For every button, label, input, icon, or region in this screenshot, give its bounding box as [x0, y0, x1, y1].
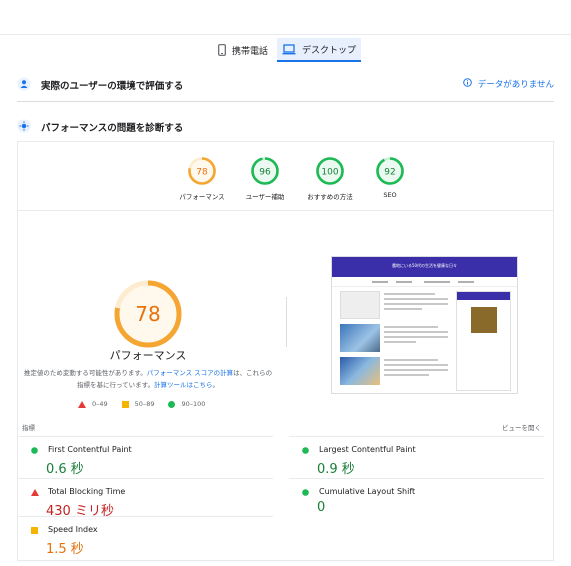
- metric-name: First Contentful Paint: [48, 445, 132, 454]
- metric-value: 0.9 秒: [317, 462, 355, 477]
- note-text: 推定値のため変動する可能性があります。: [23, 369, 147, 377]
- expand-view-link[interactable]: ビューを開く: [502, 422, 541, 432]
- metric-cls: Cumulative Layout Shift 0: [289, 478, 544, 520]
- screenshot-main-column: [340, 291, 450, 391]
- screenshot-sidebar: [456, 291, 511, 391]
- metric-lcp: Largest Contentful Paint 0.9 秒: [289, 436, 544, 478]
- circle-icon: [31, 447, 38, 457]
- metric-tbt: Total Blocking Time 430 ミリ秒: [18, 478, 273, 520]
- laptop-icon: [282, 43, 296, 55]
- field-data-section[interactable]: 実際のユーザーの環境で評価する データがありません: [17, 75, 554, 95]
- score-calculation-link[interactable]: パフォーマンス スコアの計算: [147, 369, 233, 377]
- gauge-ring: 96: [251, 157, 279, 185]
- smartphone-icon: [218, 44, 226, 56]
- screenshot-card: [340, 324, 450, 352]
- tab-desktop[interactable]: デスクトップ: [277, 38, 361, 62]
- metric-value: 1.5 秒: [46, 542, 84, 557]
- legend-range: 0–49: [92, 400, 108, 408]
- gauge-label: ユーザー補助: [245, 193, 285, 201]
- metric-speed-index: Speed Index 1.5 秒: [18, 516, 273, 558]
- no-data-label: データがありません: [477, 80, 554, 90]
- score-note: 推定値のため変動する可能性があります。パフォーマンス スコアの計算は、これらの指…: [22, 367, 274, 391]
- screenshot-card: [340, 357, 450, 385]
- metric-fcp: First Contentful Paint 0.6 秒: [18, 436, 273, 478]
- screenshot-title: 農地にいる50代の生活を健康な日々: [391, 263, 458, 268]
- circle-icon: [302, 447, 309, 457]
- calculator-link[interactable]: 計算ツールはこちら: [154, 381, 213, 389]
- profile-portrait: [471, 307, 497, 333]
- device-tabs: 携帯電話 デスクトップ: [0, 38, 571, 62]
- legend-good: 90–100: [168, 400, 205, 408]
- gauge-label: SEO: [383, 191, 397, 199]
- metric-name: Speed Index: [48, 525, 98, 534]
- performance-score-gauge: 78: [114, 280, 182, 348]
- diagnose-section[interactable]: パフォーマンスの問題を診断する: [17, 117, 554, 137]
- gauge-accessibility[interactable]: 96 ユーザー補助: [235, 156, 295, 201]
- note-text: 。: [212, 381, 220, 389]
- metric-value: 0: [317, 500, 326, 515]
- users-icon: [17, 77, 31, 94]
- gauge-ring: 78: [188, 157, 216, 185]
- section-divider: [17, 101, 554, 102]
- gauge-ring: 92: [376, 157, 404, 185]
- gauge-score: 100: [321, 168, 338, 178]
- category-gauges: 78 パフォーマンス 96 ユーザー補助 100 おすすめの方法 92 SEO: [168, 156, 408, 202]
- tab-desktop-label: デスクトップ: [301, 45, 356, 56]
- metrics-title: 指標: [22, 424, 35, 432]
- legend-average: 50–89: [121, 400, 155, 408]
- no-data-status: データがありません: [462, 78, 554, 90]
- gauge-score: 96: [259, 168, 271, 178]
- gauge-best-practices[interactable]: 100 おすすめの方法: [300, 156, 360, 201]
- gauge-score: 78: [196, 168, 208, 178]
- diagnose-title: パフォーマンスの問題を診断する: [41, 123, 184, 134]
- top-divider: [0, 34, 571, 35]
- screenshot-nav: [332, 277, 517, 287]
- screenshot-card: [340, 291, 450, 319]
- triangle-icon: [78, 400, 86, 408]
- square-icon: [31, 527, 38, 537]
- field-data-title: 実際のユーザーの環境で評価する: [41, 81, 184, 92]
- performance-score-value: 78: [135, 302, 160, 326]
- score-legend: 0–49 50–89 90–100: [78, 400, 228, 408]
- gauge-seo[interactable]: 92 SEO: [360, 156, 420, 199]
- page-screenshot: 農地にいる50代の生活を健康な日々: [331, 256, 518, 394]
- triangle-icon: [31, 489, 39, 499]
- metric-name: Total Blocking Time: [48, 487, 126, 496]
- gauge-performance[interactable]: 78 パフォーマンス: [172, 156, 232, 201]
- performance-score-label: パフォーマンス: [109, 349, 187, 362]
- vertical-divider: [286, 297, 287, 347]
- circle-icon: [302, 489, 309, 499]
- tab-mobile-label: 携帯電話: [232, 46, 269, 57]
- gauge-score: 92: [384, 168, 395, 178]
- info-icon: [462, 78, 472, 90]
- legend-poor: 0–49: [78, 400, 108, 408]
- lab-report-panel: 78 パフォーマンス 96 ユーザー補助 100 おすすめの方法 92 SEO …: [17, 141, 554, 561]
- metric-name: Cumulative Layout Shift: [319, 487, 416, 496]
- circle-icon: [168, 400, 176, 408]
- legend-range: 90–100: [181, 400, 206, 408]
- square-icon: [121, 400, 129, 408]
- gauges-divider: [18, 210, 553, 211]
- gauge-label: パフォーマンス: [179, 193, 225, 201]
- tab-mobile[interactable]: 携帯電話: [218, 38, 276, 62]
- legend-range: 50–89: [134, 400, 155, 408]
- gauge-label: おすすめの方法: [307, 193, 353, 201]
- screenshot-header: 農地にいる50代の生活を健康な日々: [332, 257, 517, 277]
- metric-name: Largest Contentful Paint: [319, 445, 416, 454]
- metrics-header: 指標 ビューを開く: [18, 422, 553, 434]
- lab-icon: [17, 119, 31, 136]
- metric-value: 0.6 秒: [46, 462, 84, 477]
- gauge-ring: 100: [316, 157, 344, 185]
